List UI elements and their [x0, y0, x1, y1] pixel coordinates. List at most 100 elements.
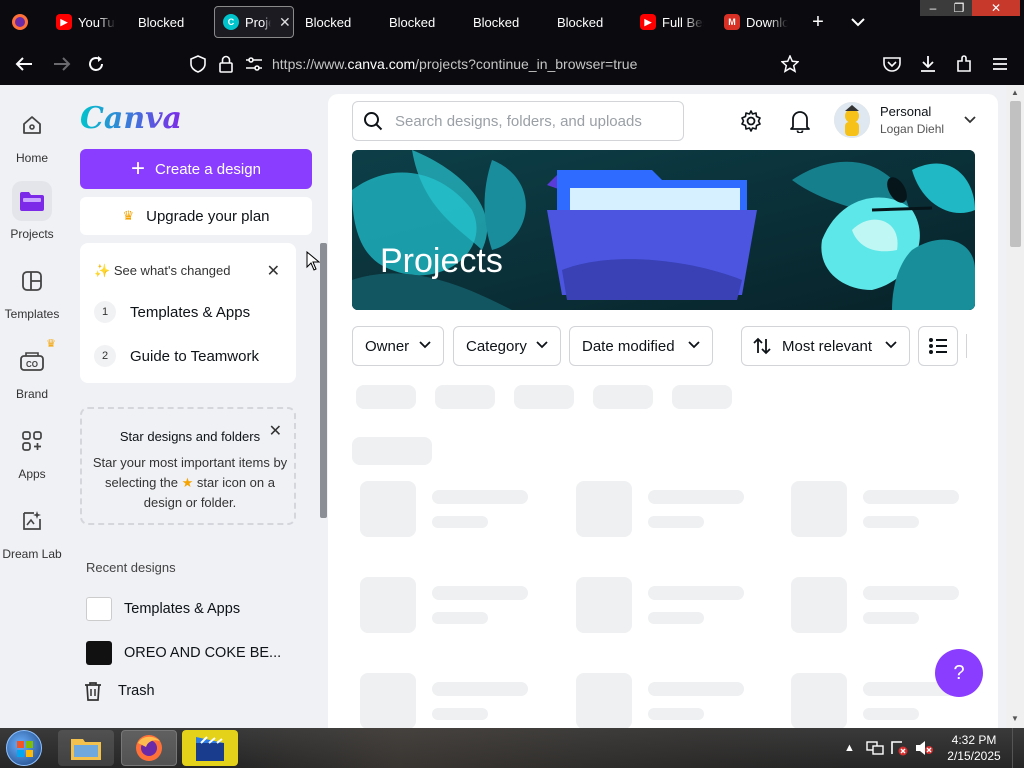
minimize-icon[interactable]: – — [920, 0, 946, 16]
rail-label: Apps — [18, 467, 46, 481]
whats-changed-item[interactable]: 2 Guide to Teamwork — [94, 345, 259, 367]
tab-blocked-5[interactable]: Blocked — [557, 6, 627, 38]
category-filter-label: Category — [466, 337, 527, 355]
rail-label: Home — [15, 151, 48, 165]
scroll-up-icon[interactable]: ▲ — [1011, 88, 1019, 97]
projects-banner: Projects — [352, 150, 975, 310]
youtube-icon: ▶ — [640, 14, 656, 30]
tracking-shield-icon[interactable] — [186, 52, 210, 76]
templates-icon — [12, 261, 52, 301]
tab-label: YouTube — [78, 14, 116, 30]
menu-icon[interactable] — [988, 52, 1012, 76]
pocket-icon[interactable] — [880, 52, 904, 76]
gmail-icon: M — [724, 14, 740, 30]
network-icon[interactable] — [866, 728, 884, 768]
sort-dropdown[interactable]: Most relevant — [741, 326, 910, 366]
tab-blocked-1[interactable]: Blocked — [138, 6, 208, 38]
recent-design-item[interactable]: Templates & Apps — [86, 597, 240, 621]
close-icon[interactable]: ✕ — [269, 421, 282, 441]
volume-muted-icon[interactable] — [914, 728, 934, 768]
tab-youtube[interactable]: ▶ YouTube — [56, 6, 116, 38]
chevron-down-icon — [536, 340, 548, 352]
chevron-down-icon — [885, 340, 897, 352]
tab-label: Blocked — [305, 14, 352, 30]
recent-design-item[interactable]: OREO AND COKE BE... — [86, 641, 281, 665]
owner-filter-label: Owner — [365, 337, 410, 355]
item-number: 1 — [94, 301, 116, 323]
tab-label: Blocked — [138, 14, 185, 30]
rail-item-brand[interactable]: CO ♛ Brand — [0, 338, 64, 401]
search-input[interactable]: Search designs, folders, and uploads — [352, 101, 684, 141]
new-tab-icon[interactable]: + — [806, 10, 830, 34]
close-tab-icon[interactable]: ✕ — [279, 14, 291, 31]
firefox-icon — [136, 735, 162, 761]
show-hidden-icons[interactable]: ▲ — [844, 728, 855, 768]
brand-icon: CO ♛ — [12, 338, 56, 381]
scrollbar-thumb[interactable] — [1010, 101, 1021, 247]
extensions-icon[interactable] — [952, 52, 976, 76]
settings-gear-icon[interactable] — [738, 108, 764, 134]
show-desktop-button[interactable] — [1012, 728, 1024, 768]
url-domain: canva.com — [347, 56, 416, 72]
rail-item-apps[interactable]: Apps — [0, 421, 64, 481]
crown-icon: ♛ — [122, 208, 135, 223]
star-tip-title: Star designs and folders — [119, 429, 261, 444]
screen: ▶ YouTube Blocked C Projects ✕ Blocked B… — [0, 0, 1024, 768]
reload-icon[interactable] — [84, 52, 108, 76]
trash-label: Trash — [118, 683, 155, 699]
close-icon[interactable]: ✕ — [267, 261, 280, 281]
account-switcher[interactable]: Personal Logan Diehl — [834, 102, 976, 138]
date-modified-filter[interactable]: Date modified — [569, 326, 713, 366]
create-design-button[interactable]: + Create a design — [80, 149, 312, 189]
forward-icon[interactable] — [50, 52, 74, 76]
notifications-bell-icon[interactable] — [787, 108, 813, 134]
browser-nav-bar: https://www.canva.com/projects?continue_… — [0, 44, 1024, 85]
rail-item-home[interactable]: Home — [0, 105, 64, 165]
close-window-icon[interactable]: ✕ — [972, 0, 1020, 16]
tab-blocked-4[interactable]: Blocked — [473, 6, 543, 38]
tab-blocked-2[interactable]: Blocked — [305, 6, 375, 38]
recent-designs-heading: Recent designs — [86, 560, 176, 575]
tab-projects[interactable]: C Projects ✕ — [214, 6, 294, 38]
upgrade-plan-button[interactable]: ♛ Upgrade your plan — [80, 197, 312, 235]
page-scrollbar[interactable]: ▲ ▼ — [1006, 85, 1024, 728]
help-button[interactable]: ? — [935, 649, 983, 697]
bookmark-star-icon[interactable] — [778, 52, 802, 76]
tab-label: Blocked — [473, 14, 520, 30]
rail-item-projects[interactable]: Projects — [0, 181, 64, 241]
back-icon[interactable] — [12, 52, 36, 76]
list-view-button[interactable] — [918, 326, 958, 366]
lock-icon[interactable] — [214, 52, 238, 76]
system-clock[interactable]: 4:32 PM 2/15/2025 — [944, 732, 1004, 764]
downloads-icon[interactable] — [916, 52, 940, 76]
start-button[interactable] — [6, 730, 42, 766]
list-tabs-icon[interactable] — [846, 10, 870, 34]
whats-changed-card: ✨ See what's changed ✕ 1 Templates & App… — [80, 243, 296, 383]
trash-item[interactable]: Trash — [84, 681, 155, 701]
rail-label: Templates — [4, 307, 60, 321]
clapperboard-app[interactable] — [182, 730, 238, 766]
item-label: Templates & Apps — [130, 303, 251, 321]
firefox-menu-icon[interactable] — [8, 10, 32, 34]
tab-download[interactable]: M Download — [724, 6, 788, 38]
whats-changed-item[interactable]: 1 Templates & Apps — [94, 301, 250, 323]
tab-blocked-3[interactable]: Blocked — [389, 6, 459, 38]
firefox-app[interactable] — [121, 730, 177, 766]
side-panel-scrollbar[interactable] — [320, 243, 327, 518]
file-explorer-app[interactable] — [58, 730, 114, 766]
create-design-label: Create a design — [155, 160, 261, 178]
owner-filter[interactable]: Owner — [352, 326, 444, 366]
tab-full-best[interactable]: ▶ Full Best — [640, 6, 704, 38]
category-filter[interactable]: Category — [453, 326, 561, 366]
rail-item-templates[interactable]: Templates — [0, 261, 64, 321]
tab-label: Blocked — [389, 14, 436, 30]
page-permissions-icon[interactable] — [242, 52, 266, 76]
address-bar[interactable]: https://www.canva.com/projects?continue_… — [272, 56, 637, 72]
video-editor-icon — [196, 736, 224, 761]
maximize-icon[interactable]: ❐ — [946, 0, 972, 16]
windows-logo-icon — [17, 741, 33, 757]
rail-item-dream-lab[interactable]: Dream Lab — [0, 501, 64, 561]
canva-logo[interactable]: Canva — [80, 101, 182, 136]
scroll-down-icon[interactable]: ▼ — [1011, 714, 1019, 723]
action-center-icon[interactable] — [890, 728, 908, 768]
